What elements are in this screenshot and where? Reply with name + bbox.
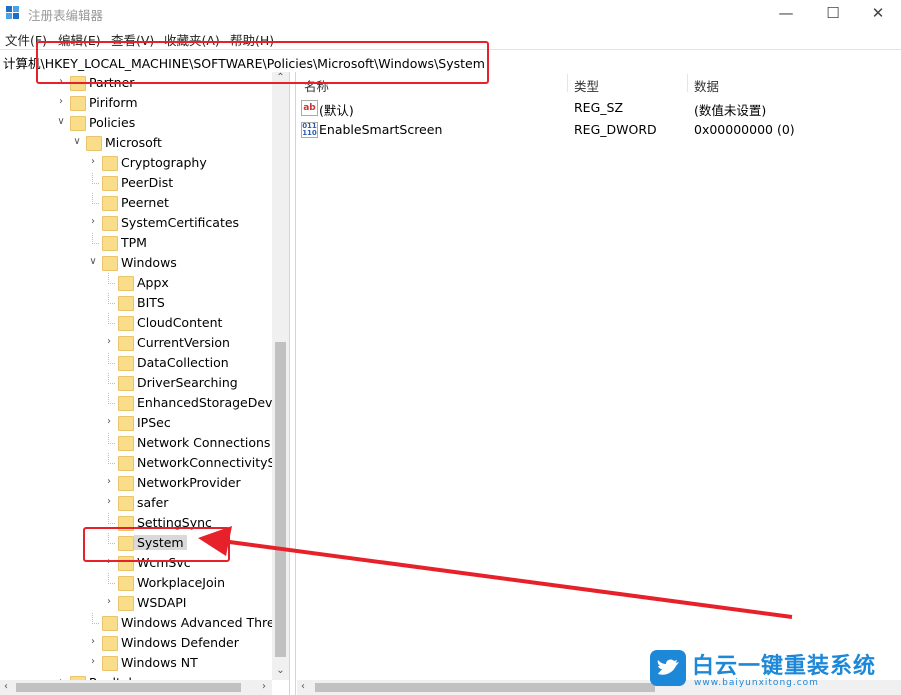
annotation-arrow [198, 526, 793, 619]
watermark-url: www.baiyunxitong.com [694, 678, 819, 688]
watermark: 白云一键重装系统 www.baiyunxitong.com [648, 648, 898, 693]
twitter-bird-logo-icon [650, 650, 686, 686]
watermark-brand: 白云一键重装系统 [692, 654, 877, 679]
